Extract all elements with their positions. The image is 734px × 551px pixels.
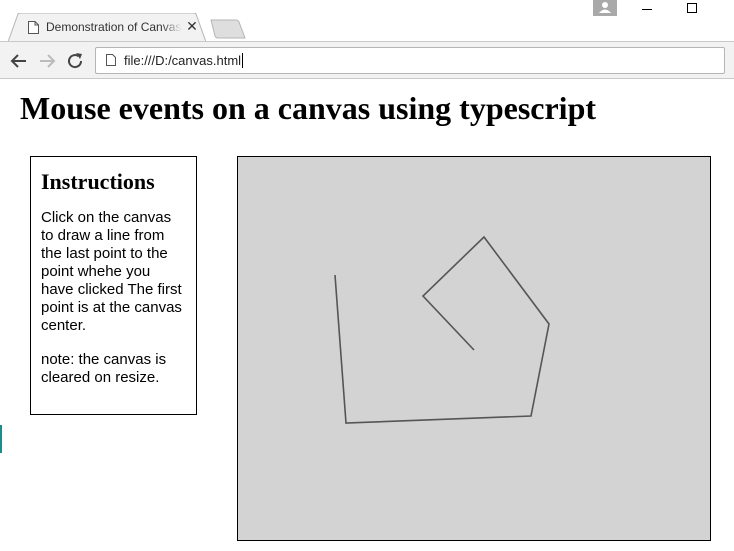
user-icon[interactable]: [593, 0, 617, 16]
browser-title-bar: Demonstration of Canvas ✕: [0, 0, 734, 42]
window-edge-marker: [0, 425, 2, 453]
reload-icon[interactable]: [66, 52, 84, 70]
arrow-left-icon[interactable]: [10, 52, 28, 70]
tab-title: Demonstration of Canvas: [46, 20, 182, 34]
instructions-panel: Instructions Click on the canvas to draw…: [30, 156, 197, 415]
browser-toolbar: file:///D:/canvas.html: [0, 41, 734, 79]
browser-tab[interactable]: Demonstration of Canvas ✕: [8, 13, 206, 42]
instructions-note: note: the canvas is cleared on resize.: [41, 351, 167, 386]
address-bar[interactable]: file:///D:/canvas.html: [95, 47, 725, 74]
instructions-text: Click on the canvas to draw a line from …: [41, 209, 182, 334]
url-value: file:///D:/canvas.html: [124, 53, 242, 68]
close-tab-icon[interactable]: ✕: [185, 19, 199, 33]
maximize-button[interactable]: [672, 0, 712, 20]
canvas-drawing: [334, 235, 550, 424]
instructions-title: Instructions: [41, 169, 155, 194]
document-icon: [106, 54, 116, 66]
new-tab-button[interactable]: [210, 19, 246, 39]
drawing-canvas[interactable]: [237, 156, 711, 541]
text-caret: [242, 53, 244, 68]
arrow-right-icon[interactable]: [38, 52, 56, 70]
page-title: Mouse events on a canvas using typescrip…: [20, 90, 597, 126]
minimize-button[interactable]: [627, 0, 667, 20]
document-icon: [28, 21, 39, 34]
drawn-polyline: [334, 235, 550, 424]
url-text[interactable]: file:///D:/canvas.html: [124, 53, 244, 68]
